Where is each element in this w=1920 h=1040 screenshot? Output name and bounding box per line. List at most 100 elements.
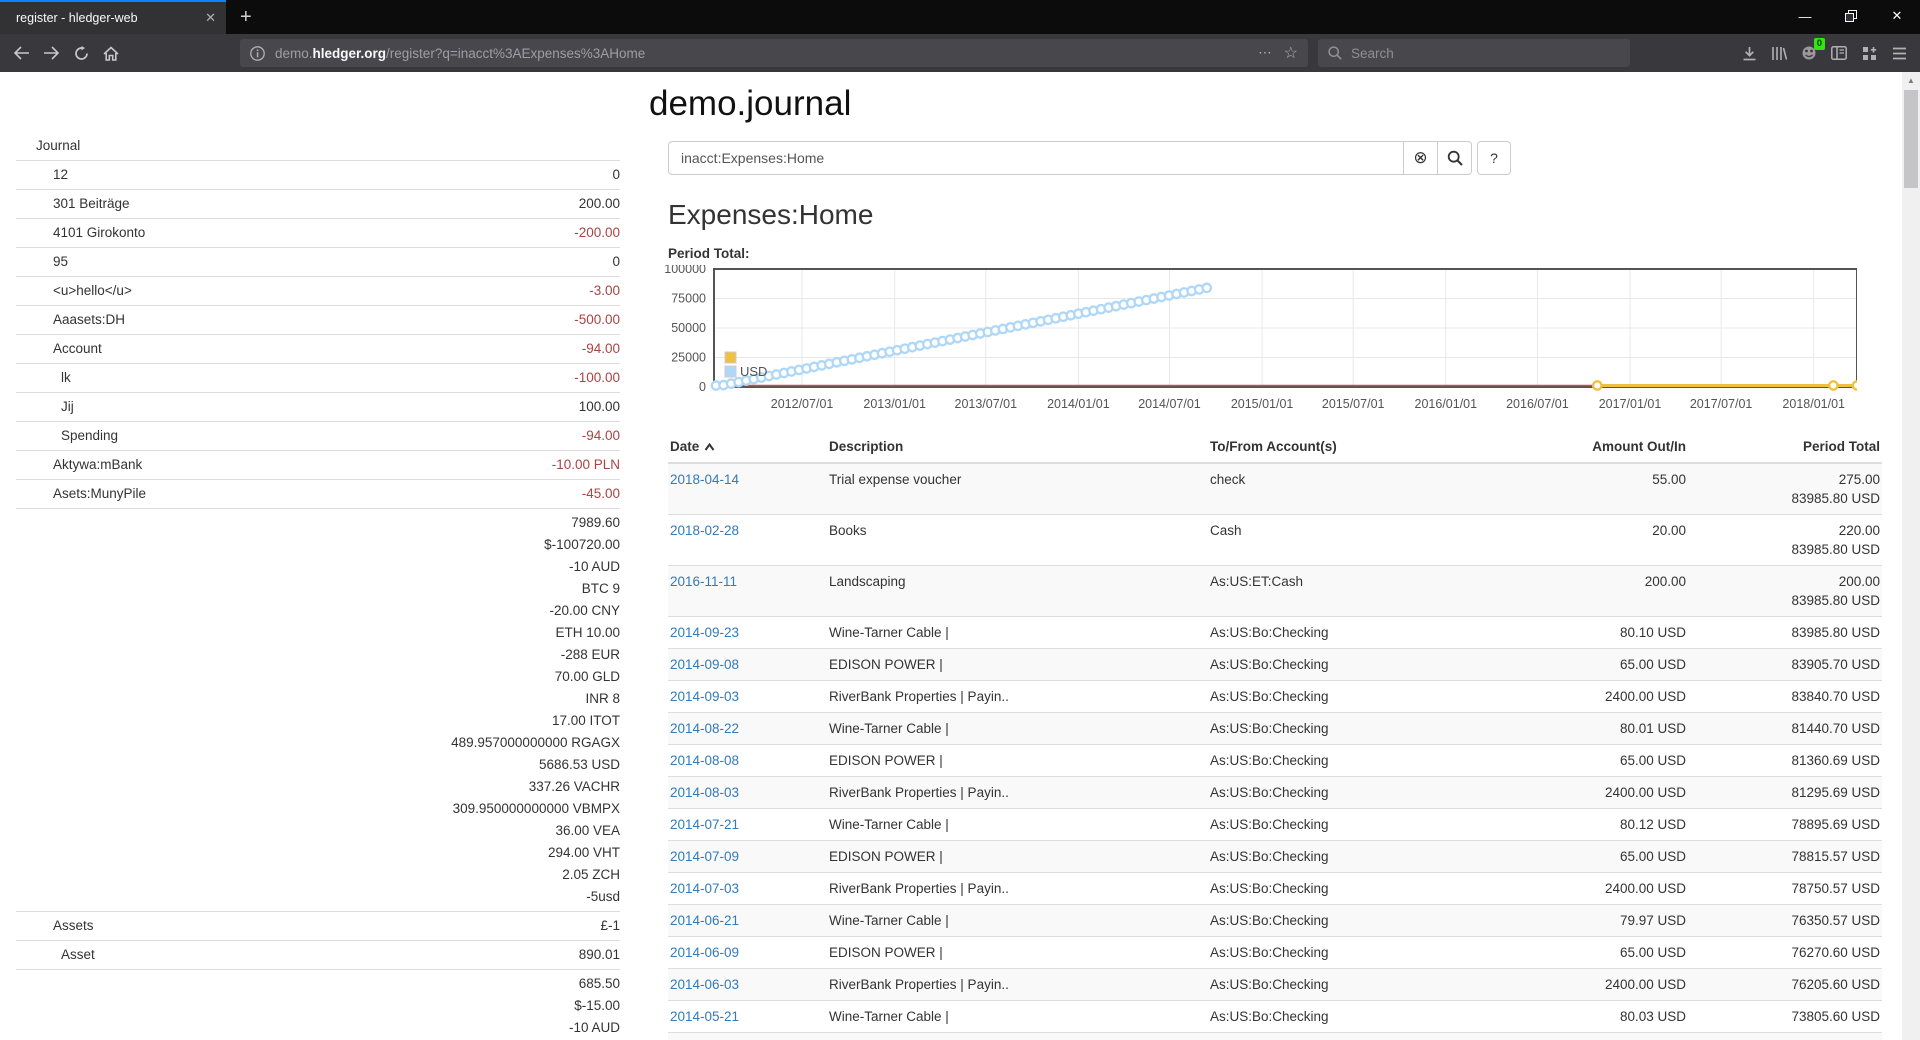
reader-sidebar-button[interactable] xyxy=(1824,38,1854,68)
transaction-row[interactable]: 2014-06-21Wine-Tarner Cable |As:US:Bo:Ch… xyxy=(668,905,1882,937)
balance-amount: $-100720.00 xyxy=(451,534,620,556)
sidebar-account-balance: -45.00 xyxy=(582,483,620,505)
clear-query-button[interactable]: ⊗ xyxy=(1404,141,1438,175)
transaction-amount: 2400.00 USD xyxy=(1488,873,1688,905)
sidebar-account-balance: -100.00 xyxy=(574,367,620,389)
scrollbar-up-icon[interactable]: ▲ xyxy=(1902,72,1920,88)
sidebar-account-link[interactable]: <u>hello</u> xyxy=(16,280,132,302)
transaction-row[interactable]: 2014-08-08EDISON POWER |As:US:Bo:Checkin… xyxy=(668,745,1882,777)
page-scrollbar[interactable]: ▲ xyxy=(1902,72,1920,1040)
transaction-row[interactable]: 2016-11-11LandscapingAs:US:ET:Cash200.00… xyxy=(668,566,1882,617)
balance-amount: -94.00 xyxy=(582,425,620,447)
sidebar-account-link[interactable]: Account xyxy=(16,338,102,360)
transaction-date-link[interactable]: 2014-09-08 xyxy=(670,657,739,672)
transaction-row[interactable]: 2014-07-09EDISON POWER |As:US:Bo:Checkin… xyxy=(668,841,1882,873)
transaction-date-link[interactable]: 2014-05-21 xyxy=(670,1009,739,1024)
transaction-row[interactable]: 2018-02-28BooksCash20.00220.0083985.80 U… xyxy=(668,515,1882,566)
sidebar-account-row: Aaasets:DH-500.00 xyxy=(16,305,620,334)
balance-amount: -94.00 xyxy=(582,338,620,360)
transaction-row[interactable]: 2014-07-21Wine-Tarner Cable |As:US:Bo:Ch… xyxy=(668,809,1882,841)
url-text[interactable]: demo.hledger.org/register?q=inacct%3AExp… xyxy=(275,46,1258,61)
transaction-row[interactable]: 2014-09-03RiverBank Properties | Payin..… xyxy=(668,681,1882,713)
column-header-description: Description xyxy=(827,431,1208,463)
window-close-button[interactable]: ✕ xyxy=(1874,0,1920,32)
sidebar-account-balance: -10.00 PLN xyxy=(552,454,620,476)
sidebar-account-link[interactable]: 95 xyxy=(16,251,68,273)
transaction-row[interactable]: 2014-06-03RiverBank Properties | Payin..… xyxy=(668,969,1882,1001)
browser-tab-active[interactable]: register - hledger-web ✕ xyxy=(0,0,226,34)
page-actions-icon[interactable]: ⋯ xyxy=(1258,45,1272,61)
balance-amount: 0 xyxy=(612,164,620,186)
transaction-date-link[interactable]: 2014-08-08 xyxy=(670,753,739,768)
transaction-date-link[interactable]: 2014-09-03 xyxy=(670,689,739,704)
sidebar-account-link[interactable]: Asset xyxy=(16,944,95,966)
scrollbar-thumb[interactable] xyxy=(1904,90,1918,188)
transaction-row[interactable]: 2014-05-21Wine-Tarner Cable |As:US:Bo:Ch… xyxy=(668,1001,1882,1033)
sidebar-account-link[interactable]: Asets:MunyPile xyxy=(16,483,146,505)
tab-close-icon[interactable]: ✕ xyxy=(197,10,216,26)
transaction-date-link[interactable]: 2014-07-21 xyxy=(670,817,739,832)
sidebar-account-balance: 0 xyxy=(612,251,620,273)
transaction-date-link[interactable]: 2018-02-28 xyxy=(670,523,739,538)
back-icon xyxy=(13,46,30,60)
transaction-date-link[interactable]: 2014-07-03 xyxy=(670,881,739,896)
help-button[interactable]: ? xyxy=(1477,141,1511,175)
transaction-row[interactable]: 2014-08-03RiverBank Properties | Payin..… xyxy=(668,777,1882,809)
transaction-row[interactable]: 2014-09-23Wine-Tarner Cable |As:US:Bo:Ch… xyxy=(668,617,1882,649)
home-button[interactable] xyxy=(96,38,126,68)
transaction-date-link[interactable]: 2014-09-23 xyxy=(670,625,739,640)
sidebar-account-balance: 7989.60$-100720.00-10 AUDBTC 9-20.00 CNY… xyxy=(451,512,620,908)
transaction-date-link[interactable]: 2014-06-03 xyxy=(670,977,739,992)
new-tab-button[interactable]: + xyxy=(226,0,266,34)
sidebar-account-link[interactable]: lk xyxy=(16,367,71,389)
transaction-date-link[interactable]: 2014-06-21 xyxy=(670,913,739,928)
transaction-date-link[interactable]: 2016-11-11 xyxy=(670,574,737,589)
reload-button[interactable] xyxy=(66,38,96,68)
menu-button[interactable] xyxy=(1884,38,1914,68)
url-bar[interactable]: demo.hledger.org/register?q=inacct%3AExp… xyxy=(240,39,1308,67)
transaction-row[interactable]: 2014-09-08EDISON POWER |As:US:Bo:Checkin… xyxy=(668,649,1882,681)
sidebar-account-link[interactable]: 301 Beiträge xyxy=(16,193,130,215)
balance-amount: 2.05 ZCH xyxy=(451,864,620,886)
downloads-button[interactable] xyxy=(1734,38,1764,68)
sidebar-account-link[interactable]: Aaasets:DH xyxy=(16,309,125,331)
query-input[interactable] xyxy=(668,141,1404,175)
transaction-date-link[interactable]: 2014-08-22 xyxy=(670,721,739,736)
library-button[interactable] xyxy=(1764,38,1794,68)
transaction-period-total: 81360.69 USD xyxy=(1688,745,1882,777)
column-header-amount-out-in: Amount Out/In xyxy=(1488,431,1688,463)
transaction-row[interactable]: 2014-08-22Wine-Tarner Cable |As:US:Bo:Ch… xyxy=(668,713,1882,745)
forward-button[interactable] xyxy=(36,38,66,68)
sidebar-account-link[interactable]: Jij xyxy=(16,396,74,418)
transaction-row[interactable]: 2014-06-09EDISON POWER |As:US:Bo:Checkin… xyxy=(668,937,1882,969)
transaction-date-link[interactable]: 2014-08-03 xyxy=(670,785,739,800)
transaction-row[interactable]: 2014-05-08EDISON POWER |As:US:Bo:Checkin… xyxy=(668,1033,1882,1040)
window-restore-button[interactable] xyxy=(1828,0,1874,32)
transaction-date-link[interactable]: 2014-07-09 xyxy=(670,849,739,864)
balance-amount: -45.00 xyxy=(582,483,620,505)
apps-button[interactable] xyxy=(1854,38,1884,68)
site-info-icon[interactable] xyxy=(250,46,265,61)
sidebar-account-row: Account -94.00 xyxy=(16,334,620,363)
sidebar-account-link[interactable]: 12 xyxy=(16,164,68,186)
transaction-date-link[interactable]: 2014-06-09 xyxy=(670,945,739,960)
sidebar-account-link[interactable]: Journal xyxy=(16,135,80,157)
transaction-date-link[interactable]: 2018-04-14 xyxy=(670,472,739,487)
transaction-period-total: 83905.70 USD xyxy=(1688,649,1882,681)
transaction-row[interactable]: 2018-04-14Trial expense vouchercheck55.0… xyxy=(668,463,1882,515)
column-header-date[interactable]: Date xyxy=(668,431,827,463)
sidebar-account-link[interactable]: Aktywa:mBank xyxy=(16,454,142,476)
extension-button[interactable]: 0 xyxy=(1794,38,1824,68)
bookmark-star-icon[interactable]: ☆ xyxy=(1284,43,1298,63)
sidebar-account-link[interactable]: Spending xyxy=(16,425,118,447)
browser-search-bar[interactable]: Search xyxy=(1318,39,1630,67)
sidebar-account-link[interactable]: Assets xyxy=(16,915,94,937)
back-button[interactable] xyxy=(6,38,36,68)
period-total-chart[interactable]: 02500050000750001000002012/07/012013/01/… xyxy=(665,265,1897,425)
transaction-amount: 79.97 USD xyxy=(1488,905,1688,937)
search-button[interactable] xyxy=(1438,141,1472,175)
register-table: DateDescriptionTo/From Account(s)Amount … xyxy=(668,431,1882,1040)
sidebar-account-link[interactable]: 4101 Girokonto xyxy=(16,222,145,244)
transaction-row[interactable]: 2014-07-03RiverBank Properties | Payin..… xyxy=(668,873,1882,905)
window-minimize-button[interactable]: — xyxy=(1782,0,1828,32)
